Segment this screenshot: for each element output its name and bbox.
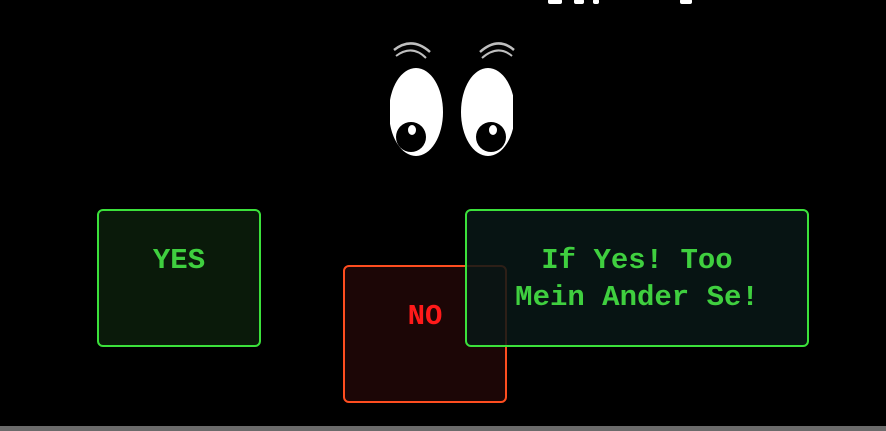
conditional-yes-button[interactable]: If Yes! Too Mein Ander Se!: [465, 209, 809, 347]
page-canvas: YES NO If Yes! Too Mein Ander Se!: [0, 0, 886, 431]
conditional-yes-button-label: If Yes! Too Mein Ander Se!: [515, 244, 759, 314]
cartoon-eyes-icon: [390, 36, 516, 158]
bottom-scrollbar-edge: [0, 426, 886, 431]
yes-button[interactable]: YES: [97, 209, 261, 347]
no-button-label: NO: [407, 300, 443, 333]
yes-button-label: YES: [152, 244, 206, 277]
clipped-heading-graphic: [530, 0, 730, 4]
